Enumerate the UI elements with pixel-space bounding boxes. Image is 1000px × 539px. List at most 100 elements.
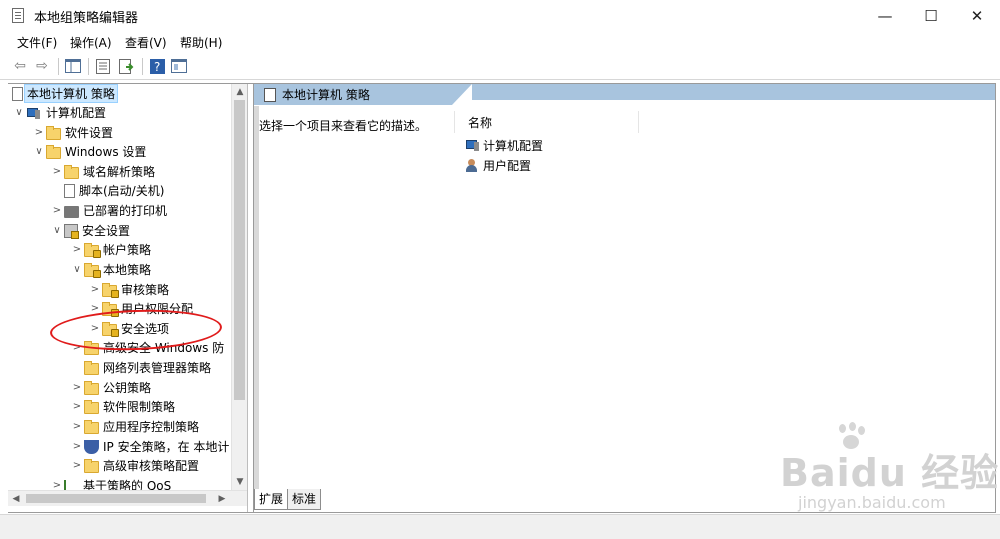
tree-item-label: 安全设置 — [82, 224, 131, 238]
tree-item-label: 软件限制策略 — [103, 400, 176, 414]
window-title: 本地组策略编辑器 — [34, 11, 139, 26]
close-button[interactable]: ✕ — [954, 0, 1000, 31]
lock-folder-icon — [84, 242, 101, 258]
tree-item-label: 应用程序控制策略 — [103, 420, 200, 434]
view-icon[interactable] — [170, 57, 188, 75]
tree-item-label: 高级审核策略配置 — [103, 459, 200, 473]
description-text: 选择一个项目来查看它的描述。 — [259, 119, 428, 133]
tree-item-label: 公钥策略 — [103, 381, 152, 395]
tree-item-label: 已部署的打印机 — [83, 204, 168, 218]
tree-item-label: 审核策略 — [121, 283, 170, 297]
tab-extended[interactable]: 扩展 — [254, 489, 289, 510]
computer-icon — [466, 139, 481, 152]
back-arrow-icon[interactable]: ⇦ — [11, 57, 29, 75]
security-settings-icon — [64, 223, 79, 239]
tree-item-label: 脚本(启动/关机) — [79, 184, 165, 198]
tree-item-network-list[interactable]: 网络列表管理器策略 — [70, 358, 211, 377]
help-icon[interactable]: ? — [148, 57, 166, 75]
chevron-right-icon[interactable]: > — [32, 127, 46, 138]
status-bar — [0, 514, 1000, 539]
title-bar[interactable]: 本地组策略编辑器 — ☐ ✕ — [0, 0, 1000, 31]
tree-item-app-control[interactable]: > 应用程序控制策略 — [70, 417, 199, 436]
forward-arrow-icon[interactable]: ⇨ — [33, 57, 51, 75]
folder-icon — [46, 144, 61, 159]
tree-item-software-settings[interactable]: > 软件设置 — [32, 123, 113, 142]
tree-item-label: 软件设置 — [65, 126, 114, 140]
menu-help[interactable]: 帮助(H) — [180, 34, 222, 51]
view-tabs: 扩展 标准 — [254, 489, 322, 510]
svg-text:?: ? — [154, 60, 160, 74]
tree-item-label: 计算机配置 — [46, 106, 107, 120]
chevron-right-icon[interactable]: > — [70, 421, 84, 432]
tree-item-ip-security[interactable]: > IP 安全策略，在 本地计 — [70, 437, 229, 456]
tab-standard[interactable]: 标准 — [287, 489, 322, 510]
tree-item-label: 帐户策略 — [103, 243, 152, 257]
menu-bar: 文件(F) 操作(A) 查看(V) 帮助(H) — [0, 31, 1000, 53]
tree-horizontal-scrollbar[interactable]: ◀ ▶ — [8, 490, 247, 506]
toolbar: ⇦ ⇨ ? — [0, 53, 1000, 80]
tree-item-label: 域名解析策略 — [83, 165, 156, 179]
tree-item-account-policies[interactable]: > 帐户策略 — [70, 240, 151, 259]
column-header-name[interactable]: 名称 — [468, 114, 492, 131]
computer-icon — [26, 107, 42, 119]
list-item-computer-config[interactable]: 计算机配置 — [466, 137, 543, 154]
chevron-down-icon[interactable]: ∨ — [50, 225, 64, 236]
chevron-right-icon[interactable]: > — [70, 460, 84, 471]
scroll-right-arrow-icon[interactable]: ▶ — [214, 491, 230, 507]
tree-vertical-scrollbar[interactable]: ▲ ▼ — [231, 84, 247, 490]
list-item-user-config[interactable]: 用户配置 — [466, 157, 531, 174]
watermark-logo: Baidu 经验 — [780, 451, 1000, 495]
chevron-down-icon[interactable]: ∨ — [32, 146, 46, 157]
tree-item-printers[interactable]: > 已部署的打印机 — [50, 201, 167, 220]
tree-item-label: IP 安全策略，在 本地计 — [103, 440, 230, 454]
policy-document-icon — [12, 86, 23, 101]
tree-item-public-key[interactable]: > 公钥策略 — [70, 378, 151, 397]
menu-action[interactable]: 操作(A) — [70, 34, 112, 51]
scroll-down-arrow-icon[interactable]: ▼ — [232, 474, 248, 490]
chevron-down-icon[interactable]: ∨ — [12, 107, 26, 118]
tree-item-label: Windows 设置 — [65, 145, 147, 159]
menu-file[interactable]: 文件(F) — [17, 34, 57, 51]
maximize-button[interactable]: ☐ — [908, 0, 954, 31]
lock-folder-icon — [102, 282, 119, 298]
export-icon[interactable] — [118, 57, 136, 75]
chevron-down-icon[interactable]: ∨ — [70, 264, 84, 275]
scroll-thumb[interactable] — [234, 100, 245, 400]
show-tree-icon[interactable] — [64, 57, 82, 75]
list-item-label: 用户配置 — [483, 159, 532, 173]
properties-icon[interactable] — [94, 57, 112, 75]
tree-item-name-resolution[interactable]: > 域名解析策略 — [50, 162, 155, 181]
tree-item-audit-policy[interactable]: > 审核策略 — [88, 280, 169, 299]
description-divider — [254, 106, 259, 491]
chevron-right-icon[interactable]: > — [70, 401, 84, 412]
tree-item-root[interactable]: 本地计算机 策略 — [12, 84, 118, 103]
scroll-up-arrow-icon[interactable]: ▲ — [232, 84, 248, 100]
lock-folder-icon — [84, 262, 101, 278]
folder-icon — [84, 360, 99, 375]
folder-icon — [64, 164, 79, 179]
tree-item-advanced-audit[interactable]: > 高级审核策略配置 — [70, 456, 199, 475]
chevron-right-icon[interactable]: > — [50, 205, 64, 216]
tree-item-windows-settings[interactable]: ∨ Windows 设置 — [32, 142, 146, 161]
menu-view[interactable]: 查看(V) — [125, 34, 167, 51]
folder-icon — [84, 399, 99, 414]
list-item-label: 计算机配置 — [483, 139, 544, 153]
tree-item-local-policies[interactable]: ∨ 本地策略 — [70, 260, 151, 279]
chevron-right-icon[interactable]: > — [50, 166, 64, 177]
folder-icon — [84, 458, 99, 473]
tree-item-security-settings[interactable]: ∨ 安全设置 — [50, 221, 130, 240]
chevron-right-icon[interactable]: > — [70, 382, 84, 393]
tree-item-computer-config[interactable]: ∨ 计算机配置 — [12, 103, 106, 122]
scroll-left-arrow-icon[interactable]: ◀ — [8, 491, 24, 507]
chevron-right-icon[interactable]: > — [70, 244, 84, 255]
tree-item-software-restriction[interactable]: > 软件限制策略 — [70, 397, 175, 416]
tree-pane[interactable]: 本地计算机 策略 ∨ 计算机配置 > 软件设置 ∨ Windows 设置 > 域… — [8, 84, 248, 512]
folder-icon — [84, 380, 99, 395]
minimize-button[interactable]: — — [862, 0, 908, 31]
folder-icon — [84, 419, 99, 434]
tree-item-label: 本地计算机 策略 — [24, 84, 118, 103]
chevron-right-icon[interactable]: > — [70, 441, 84, 452]
chevron-right-icon[interactable]: > — [88, 284, 102, 295]
scroll-thumb[interactable] — [26, 494, 206, 503]
tree-item-scripts[interactable]: 脚本(启动/关机) — [50, 181, 164, 200]
